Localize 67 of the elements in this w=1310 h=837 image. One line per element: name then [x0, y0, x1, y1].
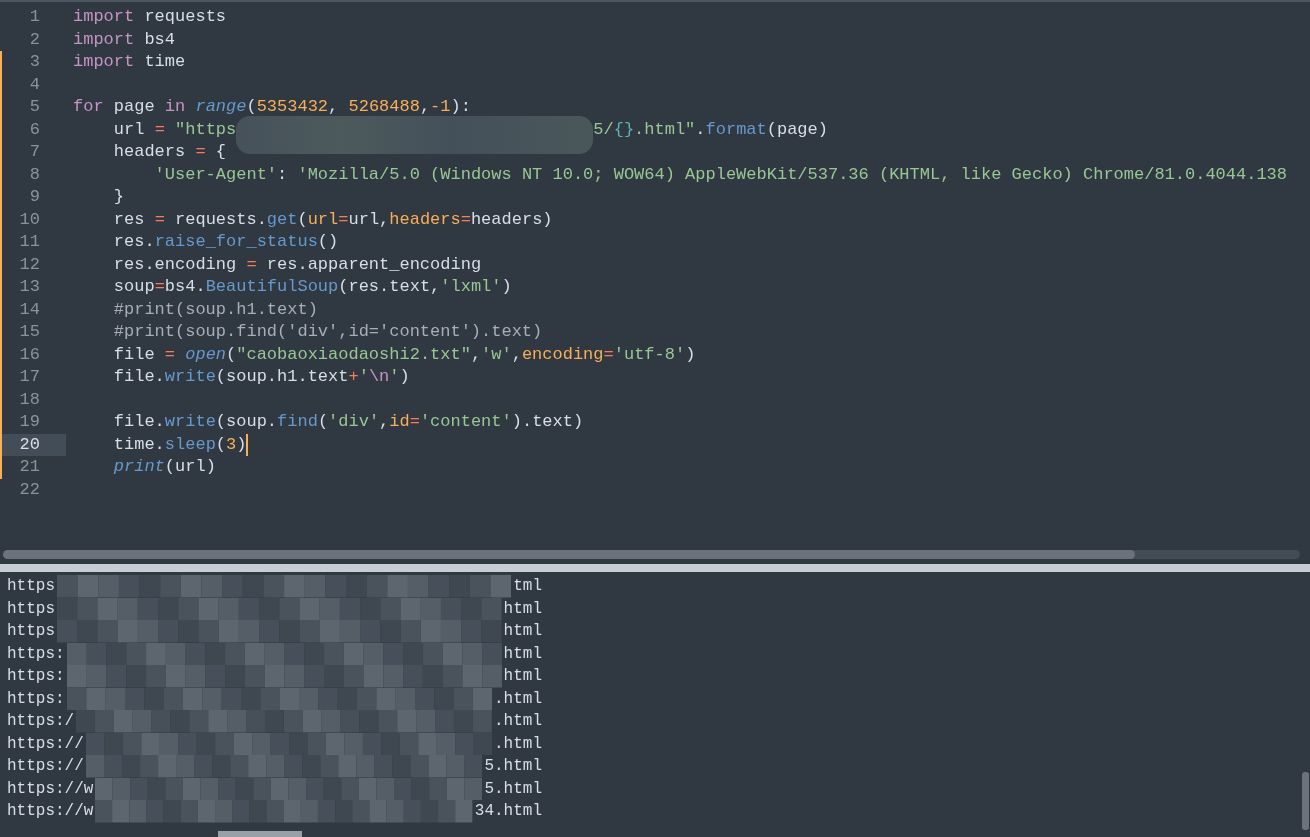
output-line-start: https — [7, 576, 55, 597]
code-line: time.sleep(3) — [112, 433, 249, 456]
output-line-end: 5.html — [484, 756, 542, 777]
line-number: 5 — [0, 96, 66, 119]
code-line: print(url) — [112, 456, 216, 478]
code-line: #print(soup.find('div',id='content').text) — [112, 321, 543, 343]
horizontal-scrollbar[interactable] — [218, 831, 302, 837]
text-cursor — [246, 433, 249, 456]
output-line-start: https: — [7, 688, 65, 710]
output-line-start: https: — [7, 666, 65, 687]
output-line-end: tml — [513, 576, 542, 597]
line-number: 22 — [18, 478, 41, 501]
code-line: import time — [72, 51, 186, 73]
output-line-end: 34.html — [474, 801, 542, 822]
output-line-end: html — [503, 643, 542, 665]
code-line: #print(soup.h1.text) — [112, 298, 318, 321]
output-line-start: https:// — [7, 733, 84, 755]
output-line-end: .html — [494, 688, 542, 710]
line-number: 10 — [0, 208, 66, 231]
line-number: 4 — [0, 73, 66, 96]
code-line: import requests — [72, 6, 227, 28]
output-line-start: https:/ — [7, 711, 75, 732]
output-line-start: https: — [7, 643, 65, 665]
output-line-start: https — [7, 598, 55, 620]
line-number: 8 — [0, 163, 66, 186]
code-line: for page in range(5353432, 5268488,-1): — [72, 96, 471, 118]
code-line: res.encoding = res.apparent_encoding — [112, 253, 482, 276]
line-number: 21 — [0, 456, 66, 479]
output-line-start: https://w — [7, 778, 94, 800]
output-line-start: https — [7, 621, 55, 642]
vertical-scrollbar[interactable] — [1302, 772, 1309, 830]
line-number: 20 — [0, 433, 66, 456]
output-line-end: html — [503, 621, 542, 642]
line-number: 11 — [0, 231, 66, 254]
line-number: 18 — [0, 388, 66, 411]
line-number: 17 — [0, 366, 66, 389]
line-number: 9 — [0, 186, 66, 209]
output-line-end: .html — [494, 733, 542, 755]
code-line: res = requests.get(url=url,headers=headers) — [112, 208, 553, 231]
code-line: res.raise_for_status() — [112, 231, 339, 253]
output-line-start: https:// — [7, 756, 84, 777]
code-line: file.write(soup.h1.text+'\n') — [112, 366, 410, 388]
output-line-start: https://w — [7, 801, 94, 822]
line-number: 15 — [0, 321, 66, 344]
line-number: 2 — [28, 28, 41, 51]
output-line-end: .html — [494, 711, 542, 732]
line-number: 13 — [0, 276, 66, 299]
output-line-end: 5.html — [484, 778, 542, 800]
code-line: soup=bs4.BeautifulSoup(res.text,'lxml') — [112, 276, 512, 298]
line-number: 7 — [0, 141, 66, 164]
pane-splitter[interactable] — [0, 564, 1310, 572]
line-number: 14 — [0, 298, 66, 321]
code-line: import bs4 — [72, 28, 176, 51]
line-number: 16 — [0, 343, 66, 366]
code-line: 'User-Agent': 'Mozilla/5.0 (Windows NT 10.0; WOW64) AppleWebKit/537.36 (KHTML, like Gecko) Chrome/81.0.4044.138 — [153, 163, 1287, 186]
line-number: 12 — [0, 253, 66, 276]
code-line: } — [112, 186, 124, 208]
line-number: 19 — [0, 411, 66, 434]
code-line: file = open("caobaoxiaodaoshi2.txt",'w',encoding='utf-8') — [112, 343, 696, 366]
output-line-end: html — [503, 598, 542, 620]
code-line: file.write(soup.find('div',id='content').text) — [112, 411, 584, 433]
output-line-end: html — [503, 666, 542, 687]
code-line: url = "https 5/{}.html".format(page) — [66, 118, 828, 141]
line-number: 1 — [28, 6, 41, 28]
line-number: 3 — [0, 51, 66, 74]
line-number: 6 — [0, 118, 66, 141]
code-line: headers = { — [112, 141, 227, 163]
